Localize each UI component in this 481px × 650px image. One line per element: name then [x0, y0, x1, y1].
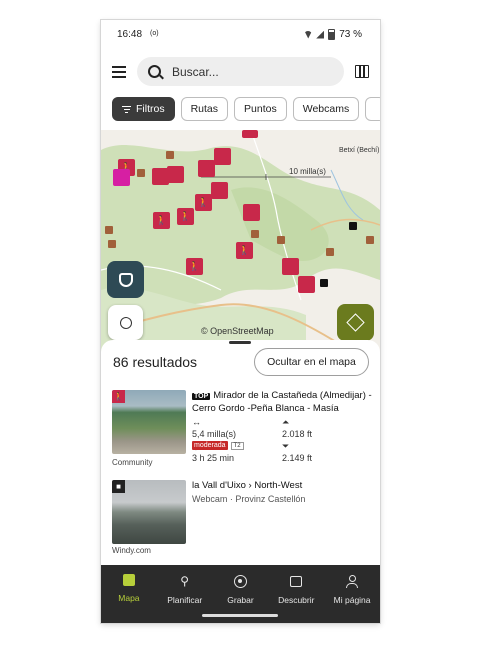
- layers-button[interactable]: [337, 304, 374, 341]
- route-pin[interactable]: [243, 204, 260, 221]
- locate-button[interactable]: [108, 305, 143, 340]
- status-bar: 16:48 (o) 73 %: [101, 20, 380, 48]
- filter-icon: [122, 105, 131, 113]
- hamburger-menu-icon[interactable]: [112, 66, 126, 78]
- poi-marker[interactable]: [326, 248, 334, 256]
- route-pin[interactable]: [211, 182, 228, 199]
- nav-label: Mapa: [118, 593, 140, 603]
- status-time: 16:48: [117, 29, 143, 40]
- poi-marker[interactable]: [251, 230, 259, 238]
- poi-marker[interactable]: [105, 226, 113, 234]
- map-scale-label: 10 milla(s): [289, 167, 326, 176]
- crosshair-icon: [119, 316, 132, 329]
- route-duration: 3 h 25 min: [192, 453, 235, 463]
- route-plan-icon: ⚲: [180, 574, 190, 588]
- trail-layer-button[interactable]: [107, 261, 144, 298]
- route-stats: ↔ 5,4 milla(s)⏶2.018 ft ◷ 3 h 25 min⏷2.1…: [192, 416, 372, 464]
- poi-marker[interactable]: [108, 240, 116, 248]
- nav-label: Grabar: [227, 595, 254, 605]
- route-source: Community: [112, 458, 153, 467]
- results-sheet: 86 resultados Ocultar en el mapa 🚶 TOP Mi…: [101, 340, 380, 565]
- nav-mapa[interactable]: Mapa: [101, 565, 157, 623]
- map-attribution[interactable]: © OpenStreetMap: [201, 326, 274, 336]
- route-pin[interactable]: [113, 169, 130, 186]
- route-pin[interactable]: [198, 160, 215, 177]
- chip-more[interactable]: [365, 97, 380, 121]
- chip-puntos[interactable]: Puntos: [234, 97, 287, 121]
- shield-icon: [118, 272, 133, 287]
- result-card-webcam[interactable]: ■ la Vall d'Uixo › North-West Webcam · P…: [112, 480, 372, 560]
- route-pin[interactable]: [214, 148, 231, 165]
- top-badge: TOP: [192, 393, 211, 400]
- chip-filtros[interactable]: Filtros: [112, 97, 175, 121]
- route-pin[interactable]: 🚶: [236, 242, 253, 259]
- cell-signal-icon: [316, 30, 325, 39]
- battery-icon: [328, 29, 336, 40]
- grade-badge: T2: [230, 441, 244, 450]
- route-pin[interactable]: [242, 130, 258, 138]
- webcam-marker[interactable]: [349, 222, 357, 230]
- drag-handle[interactable]: [229, 341, 251, 344]
- person-icon: [345, 574, 359, 588]
- difficulty-badge: moderada: [192, 441, 228, 450]
- status-icons: 73 %: [304, 29, 362, 40]
- poi-marker[interactable]: [366, 236, 374, 244]
- webcam-marker[interactable]: [320, 279, 328, 287]
- search-input[interactable]: Buscar...: [137, 57, 344, 86]
- filter-chips: Filtros Rutas Puntos Webcams: [112, 97, 380, 121]
- top-bar: Buscar...: [101, 54, 380, 90]
- route-pin[interactable]: 🚶: [195, 194, 212, 211]
- map-icon: [122, 574, 135, 586]
- nav-mi-pagina[interactable]: Mi página: [324, 565, 380, 623]
- search-icon: [148, 65, 161, 78]
- phone-screen: 16:48 (o) 73 % Buscar... Filtros Rutas P…: [101, 20, 380, 623]
- wifi-icon: [304, 30, 313, 39]
- route-difficulty: moderada T2: [192, 441, 244, 450]
- webcam-title: la Vall d'Uixo › North-West: [192, 480, 303, 491]
- results-count: 86 resultados: [113, 354, 198, 370]
- route-title-text: Mirador de la Castañeda (Almedijar) -Cer…: [192, 390, 372, 414]
- ascent-icon: ⏶: [282, 417, 290, 427]
- route-pin[interactable]: 🚶: [186, 258, 203, 275]
- webcam-source: Windy.com: [112, 546, 151, 555]
- battery-level: 73 %: [339, 29, 362, 40]
- map-view[interactable]: 10 milla(s) Betxí (Bechí) 🚶 🚶 🚶 🚶 🚶 🚶 © …: [101, 130, 380, 362]
- gesture-bar[interactable]: [202, 614, 278, 617]
- result-card-route[interactable]: 🚶 TOP Mirador de la Castañeda (Almedijar)…: [112, 390, 372, 476]
- poi-marker[interactable]: [166, 151, 174, 159]
- chip-label: Filtros: [136, 103, 165, 115]
- route-pin[interactable]: 🚶: [177, 208, 194, 225]
- discover-icon: [289, 574, 303, 588]
- layers-icon: [346, 313, 365, 332]
- camera-icon: ■: [112, 480, 125, 493]
- chip-rutas[interactable]: Rutas: [180, 97, 229, 121]
- route-ascent: 2.018 ft: [282, 429, 313, 439]
- poi-marker[interactable]: [137, 169, 145, 177]
- chip-webcams[interactable]: Webcams: [292, 97, 360, 121]
- hide-on-map-button[interactable]: Ocultar en el mapa: [254, 348, 369, 376]
- webcam-subtitle: Webcam · Provinz Castellón: [192, 494, 306, 504]
- route-thumbnail: 🚶: [112, 390, 186, 454]
- record-icon: [233, 574, 247, 588]
- route-pin[interactable]: [298, 276, 315, 293]
- descent-icon: ⏷: [282, 441, 290, 451]
- route-descent: 2.149 ft: [282, 453, 313, 463]
- status-signal-indicator: (o): [150, 30, 159, 37]
- nav-label: Descubrir: [278, 595, 315, 605]
- map-type-icon[interactable]: [355, 65, 369, 78]
- route-title: TOP Mirador de la Castañeda (Almedijar) -…: [192, 390, 372, 415]
- route-distance: 5,4 milla(s): [192, 429, 237, 439]
- map-place-label: Betxí (Bechí): [339, 147, 380, 154]
- route-pin[interactable]: [282, 258, 299, 275]
- hiker-icon: 🚶: [112, 390, 125, 403]
- search-placeholder: Buscar...: [172, 65, 219, 79]
- poi-marker[interactable]: [277, 236, 285, 244]
- nav-label: Planificar: [167, 595, 203, 605]
- route-pin[interactable]: [167, 166, 184, 183]
- nav-label: Mi página: [333, 595, 371, 605]
- route-pin[interactable]: 🚶: [153, 212, 170, 229]
- distance-icon: ↔: [192, 417, 201, 427]
- webcam-thumbnail: ■: [112, 480, 186, 544]
